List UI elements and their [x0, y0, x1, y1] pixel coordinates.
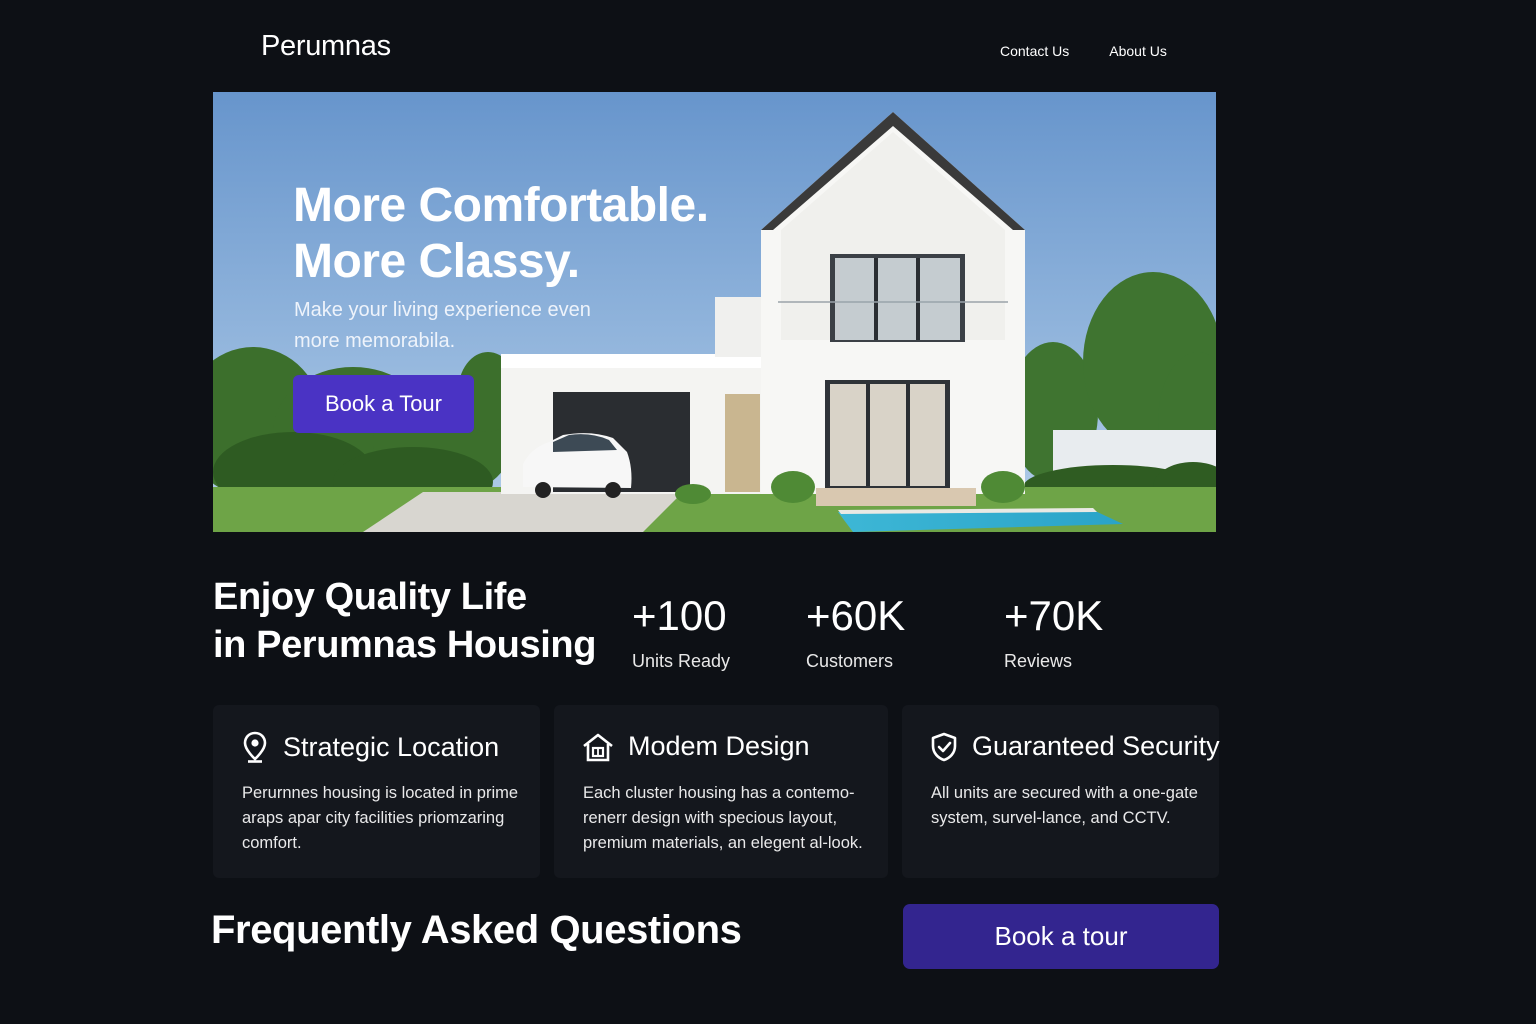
hero-banner: More Comfortable. More Classy. Make your…: [213, 92, 1216, 532]
book-a-tour-bottom-button[interactable]: Book a tour: [903, 904, 1219, 969]
feature-card-security: Guaranteed Security All units are secure…: [902, 705, 1220, 878]
quality-heading: Enjoy Quality Life in Perumnas Housing: [213, 576, 597, 666]
feature-title: Modem Design: [628, 731, 810, 761]
location-pin-icon: [243, 731, 267, 763]
book-a-tour-button[interactable]: Book a Tour: [293, 375, 474, 433]
stat-units: +100 Units Ready: [632, 593, 730, 672]
stat-reviews: +70K Reviews: [1004, 593, 1103, 672]
feature-card-design: Modem Design Each cluster housing has a …: [554, 705, 888, 878]
stat-value: +60K: [806, 592, 906, 639]
nav-contact-us[interactable]: Contact Us: [1000, 43, 1069, 59]
stat-label: Reviews: [1004, 651, 1073, 671]
stat-value: +70K: [1004, 592, 1104, 639]
stat-label: Units Ready: [632, 651, 731, 671]
feature-text: All units are secured with a one-gate sy…: [931, 784, 1198, 827]
shield-check-icon: [931, 732, 957, 761]
top-nav: Contact Us About Us: [1000, 43, 1167, 59]
feature-text: Perurnnes housing is located in prime ar…: [242, 784, 519, 852]
stat-label: Customers: [806, 651, 894, 671]
hero-subtitle: Make your living experience even more me…: [294, 299, 591, 352]
feature-title: Guaranteed Security: [972, 731, 1220, 761]
stat-customers: +60K Customers: [806, 593, 905, 672]
feature-card-location: Strategic Location Perurnnes housing is …: [213, 705, 540, 878]
stat-value: +100: [632, 592, 727, 639]
site-logo[interactable]: Perumnas: [261, 30, 391, 63]
faq-heading: Frequently Asked Questions: [211, 908, 742, 952]
hero-title: More Comfortable. More Classy.: [293, 179, 709, 288]
feature-title: Strategic Location: [283, 731, 500, 762]
nav-about-us[interactable]: About Us: [1109, 43, 1167, 59]
house-icon: [583, 733, 613, 761]
feature-text: Each cluster housing has a contemo-rener…: [583, 784, 863, 852]
